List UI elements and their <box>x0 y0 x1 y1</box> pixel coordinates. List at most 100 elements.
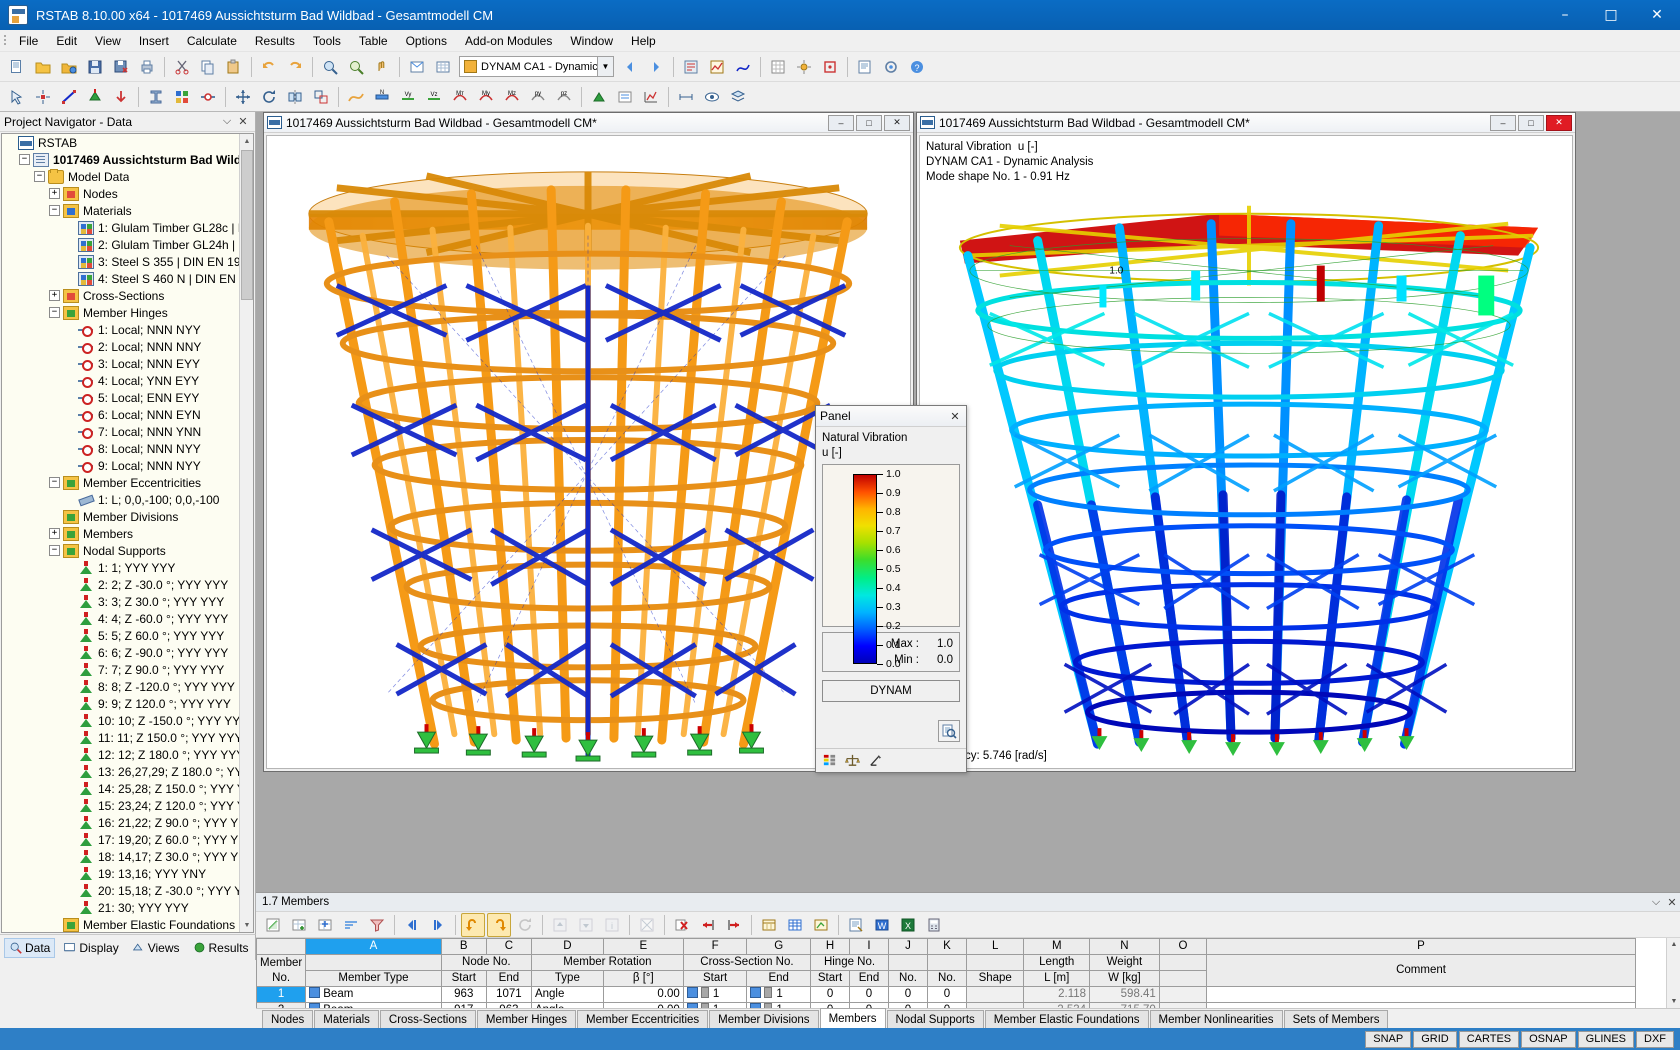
tree-item[interactable]: 9: 9; Z 120.0 °; YYY YYY <box>2 695 239 712</box>
table-delete-right-button[interactable] <box>722 913 746 937</box>
help-button[interactable]: ? <box>905 55 929 79</box>
hinge-button[interactable] <box>196 85 220 109</box>
cell-cs-start[interactable]: 1 <box>683 987 747 1003</box>
menu-results[interactable]: Results <box>246 31 304 51</box>
status-button-glines[interactable]: GLINES <box>1578 1031 1634 1048</box>
tree-item[interactable]: −Member Eccentricities <box>2 474 239 491</box>
tree-item[interactable]: −Member Hinges <box>2 304 239 321</box>
table-tab-strip[interactable]: NodesMaterialsCross-SectionsMember Hinge… <box>256 1008 1680 1028</box>
pin-icon[interactable]: ⌵ <box>219 115 235 128</box>
results-panel[interactable]: Panel ✕ Natural Vibration u [-] 1.00.90.… <box>815 405 967 773</box>
tree-item[interactable]: 5: 5; Z 60.0 °; YYY YYY <box>2 627 239 644</box>
tree-item[interactable]: RSTAB <box>2 134 239 151</box>
dimensions-button[interactable] <box>674 85 698 109</box>
mdi-left-minimize[interactable]: – <box>828 115 854 131</box>
moment-mt-button[interactable]: Mт <box>448 85 472 109</box>
table-tab-cross-sections[interactable]: Cross-Sections <box>380 1010 476 1028</box>
minimize-button[interactable]: – <box>1542 0 1588 30</box>
cell-o[interactable] <box>1159 987 1206 1003</box>
table-insert-column-button[interactable] <box>313 913 337 937</box>
results-button[interactable] <box>705 55 729 79</box>
table-prev-button[interactable] <box>400 913 424 937</box>
cell-weight[interactable]: 598.41 <box>1090 987 1160 1003</box>
tree-item[interactable]: 7: Local; NNN YNN <box>2 423 239 440</box>
expand-icon[interactable]: + <box>49 188 60 199</box>
nav-tab-data[interactable]: Data <box>4 938 55 958</box>
nav-tab-views[interactable]: Views <box>127 938 185 958</box>
cell-member-type[interactable]: Beam <box>306 987 441 1003</box>
panel-magnify-button[interactable] <box>938 720 960 742</box>
table-tab-materials[interactable]: Materials <box>314 1010 379 1028</box>
tree-item[interactable]: 3: Steel S 355 | DIN EN 1993-1 <box>2 253 239 270</box>
scroll-thumb[interactable] <box>241 150 253 300</box>
new-support-button[interactable] <box>83 85 107 109</box>
table-tab-nodal-supports[interactable]: Nodal Supports <box>887 1010 984 1028</box>
mirror-button[interactable] <box>283 85 307 109</box>
tree-item[interactable]: 1: Glulam Timber GL28c | DIN <box>2 219 239 236</box>
table-row[interactable]: 1Beam9631071Angle0.001100002.118598.41 <box>257 987 1636 1003</box>
shear-vz-button[interactable]: Vz <box>422 85 446 109</box>
tree-item[interactable]: −Model Data <box>2 168 239 185</box>
table-grid-settings-button[interactable] <box>783 913 807 937</box>
col-letter-b[interactable]: B <box>441 939 486 955</box>
tree-item[interactable]: 8: 8; Z -120.0 °; YYY YYY <box>2 678 239 695</box>
displacement-pz-button[interactable]: pz <box>552 85 576 109</box>
scale-button[interactable] <box>309 85 333 109</box>
cell-cs-end[interactable]: 1 <box>747 987 811 1003</box>
tree-item[interactable]: 15: 23,24; Z 120.0 °; YYY YNY <box>2 797 239 814</box>
col-letter-c[interactable]: C <box>486 939 531 955</box>
zoom-window-button[interactable] <box>318 55 342 79</box>
status-button-dxf[interactable]: DXF <box>1636 1031 1674 1048</box>
cell-hinge-start[interactable]: 0 <box>811 987 850 1003</box>
collapse-icon[interactable]: − <box>19 154 30 165</box>
tree-item[interactable]: 4: Steel S 460 N | DIN EN 1993 <box>2 270 239 287</box>
tree-item[interactable]: 17: 19,20; Z 60.0 °; YYY YNY <box>2 831 239 848</box>
copy-button[interactable] <box>196 55 220 79</box>
tree-item[interactable]: 1: Local; NNN NYY <box>2 321 239 338</box>
moment-mz-button[interactable]: Mz <box>500 85 524 109</box>
nav-tab-results[interactable]: Results <box>188 938 254 958</box>
paste-button[interactable] <box>222 55 246 79</box>
cell-length[interactable]: 2.118 <box>1024 987 1090 1003</box>
result-diagram-button[interactable] <box>639 85 663 109</box>
members-table-body[interactable]: 1Beam9631071Angle0.001100002.118598.412B… <box>257 987 1636 1009</box>
results-3d-viewport[interactable]: Natural Vibration u [-] DYNAM CA1 - Dyna… <box>919 135 1573 769</box>
table-tab-member-hinges[interactable]: Member Hinges <box>477 1010 576 1028</box>
col-letter-i[interactable]: I <box>850 939 889 955</box>
menu-calculate[interactable]: Calculate <box>178 31 246 51</box>
tree-item[interactable]: 13: 26,27,29; Z 180.0 °; YYY N <box>2 763 239 780</box>
status-button-grid[interactable]: GRID <box>1413 1031 1457 1048</box>
table-tab-members[interactable]: Members <box>820 1008 886 1028</box>
tree-item[interactable]: 14: 25,28; Z 150.0 °; YYY YNY <box>2 780 239 797</box>
table-tab-sets-of-members[interactable]: Sets of Members <box>1284 1010 1389 1028</box>
col-letter-f[interactable]: F <box>683 939 747 955</box>
tree-item[interactable]: Member Divisions <box>2 508 239 525</box>
col-letter-p[interactable]: P <box>1207 939 1636 955</box>
rotate-button[interactable] <box>257 85 281 109</box>
calculate-button[interactable] <box>679 55 703 79</box>
close-button[interactable]: ✕ <box>1634 0 1680 30</box>
maximize-button[interactable]: □ <box>1588 0 1634 30</box>
mdi-window-results[interactable]: 1017469 Aussichtsturm Bad Wildbad - Gesa… <box>916 112 1576 772</box>
members-table[interactable]: A B C D E F G H I J K L M N O <box>256 938 1636 1008</box>
displacement-py-button[interactable]: py <box>526 85 550 109</box>
cell-member-no[interactable]: 1 <box>257 987 306 1003</box>
menu-window[interactable]: Window <box>561 31 622 51</box>
expand-icon[interactable]: + <box>49 290 60 301</box>
table-tab-member-elastic-foundations[interactable]: Member Elastic Foundations <box>985 1010 1149 1028</box>
table-column-letter-row[interactable]: A B C D E F G H I J K L M N O <box>257 939 1636 955</box>
next-case-button[interactable] <box>644 55 668 79</box>
new-load-button[interactable] <box>109 85 133 109</box>
col-letter-l[interactable]: L <box>966 939 1023 955</box>
deformation-display-button[interactable] <box>344 85 368 109</box>
table-close-icon[interactable]: ✕ <box>1664 896 1680 909</box>
zoom-all-button[interactable] <box>344 55 368 79</box>
support-reactions-button[interactable] <box>587 85 611 109</box>
tree-item[interactable]: +Nodes <box>2 185 239 202</box>
table-tab-member-eccentricities[interactable]: Member Eccentricities <box>577 1010 708 1028</box>
new-file-button[interactable] <box>5 55 29 79</box>
mdi-right-close[interactable]: ✕ <box>1546 115 1572 131</box>
menu-options[interactable]: Options <box>397 31 456 51</box>
table-view-settings-button[interactable] <box>757 913 781 937</box>
new-member-button[interactable] <box>57 85 81 109</box>
